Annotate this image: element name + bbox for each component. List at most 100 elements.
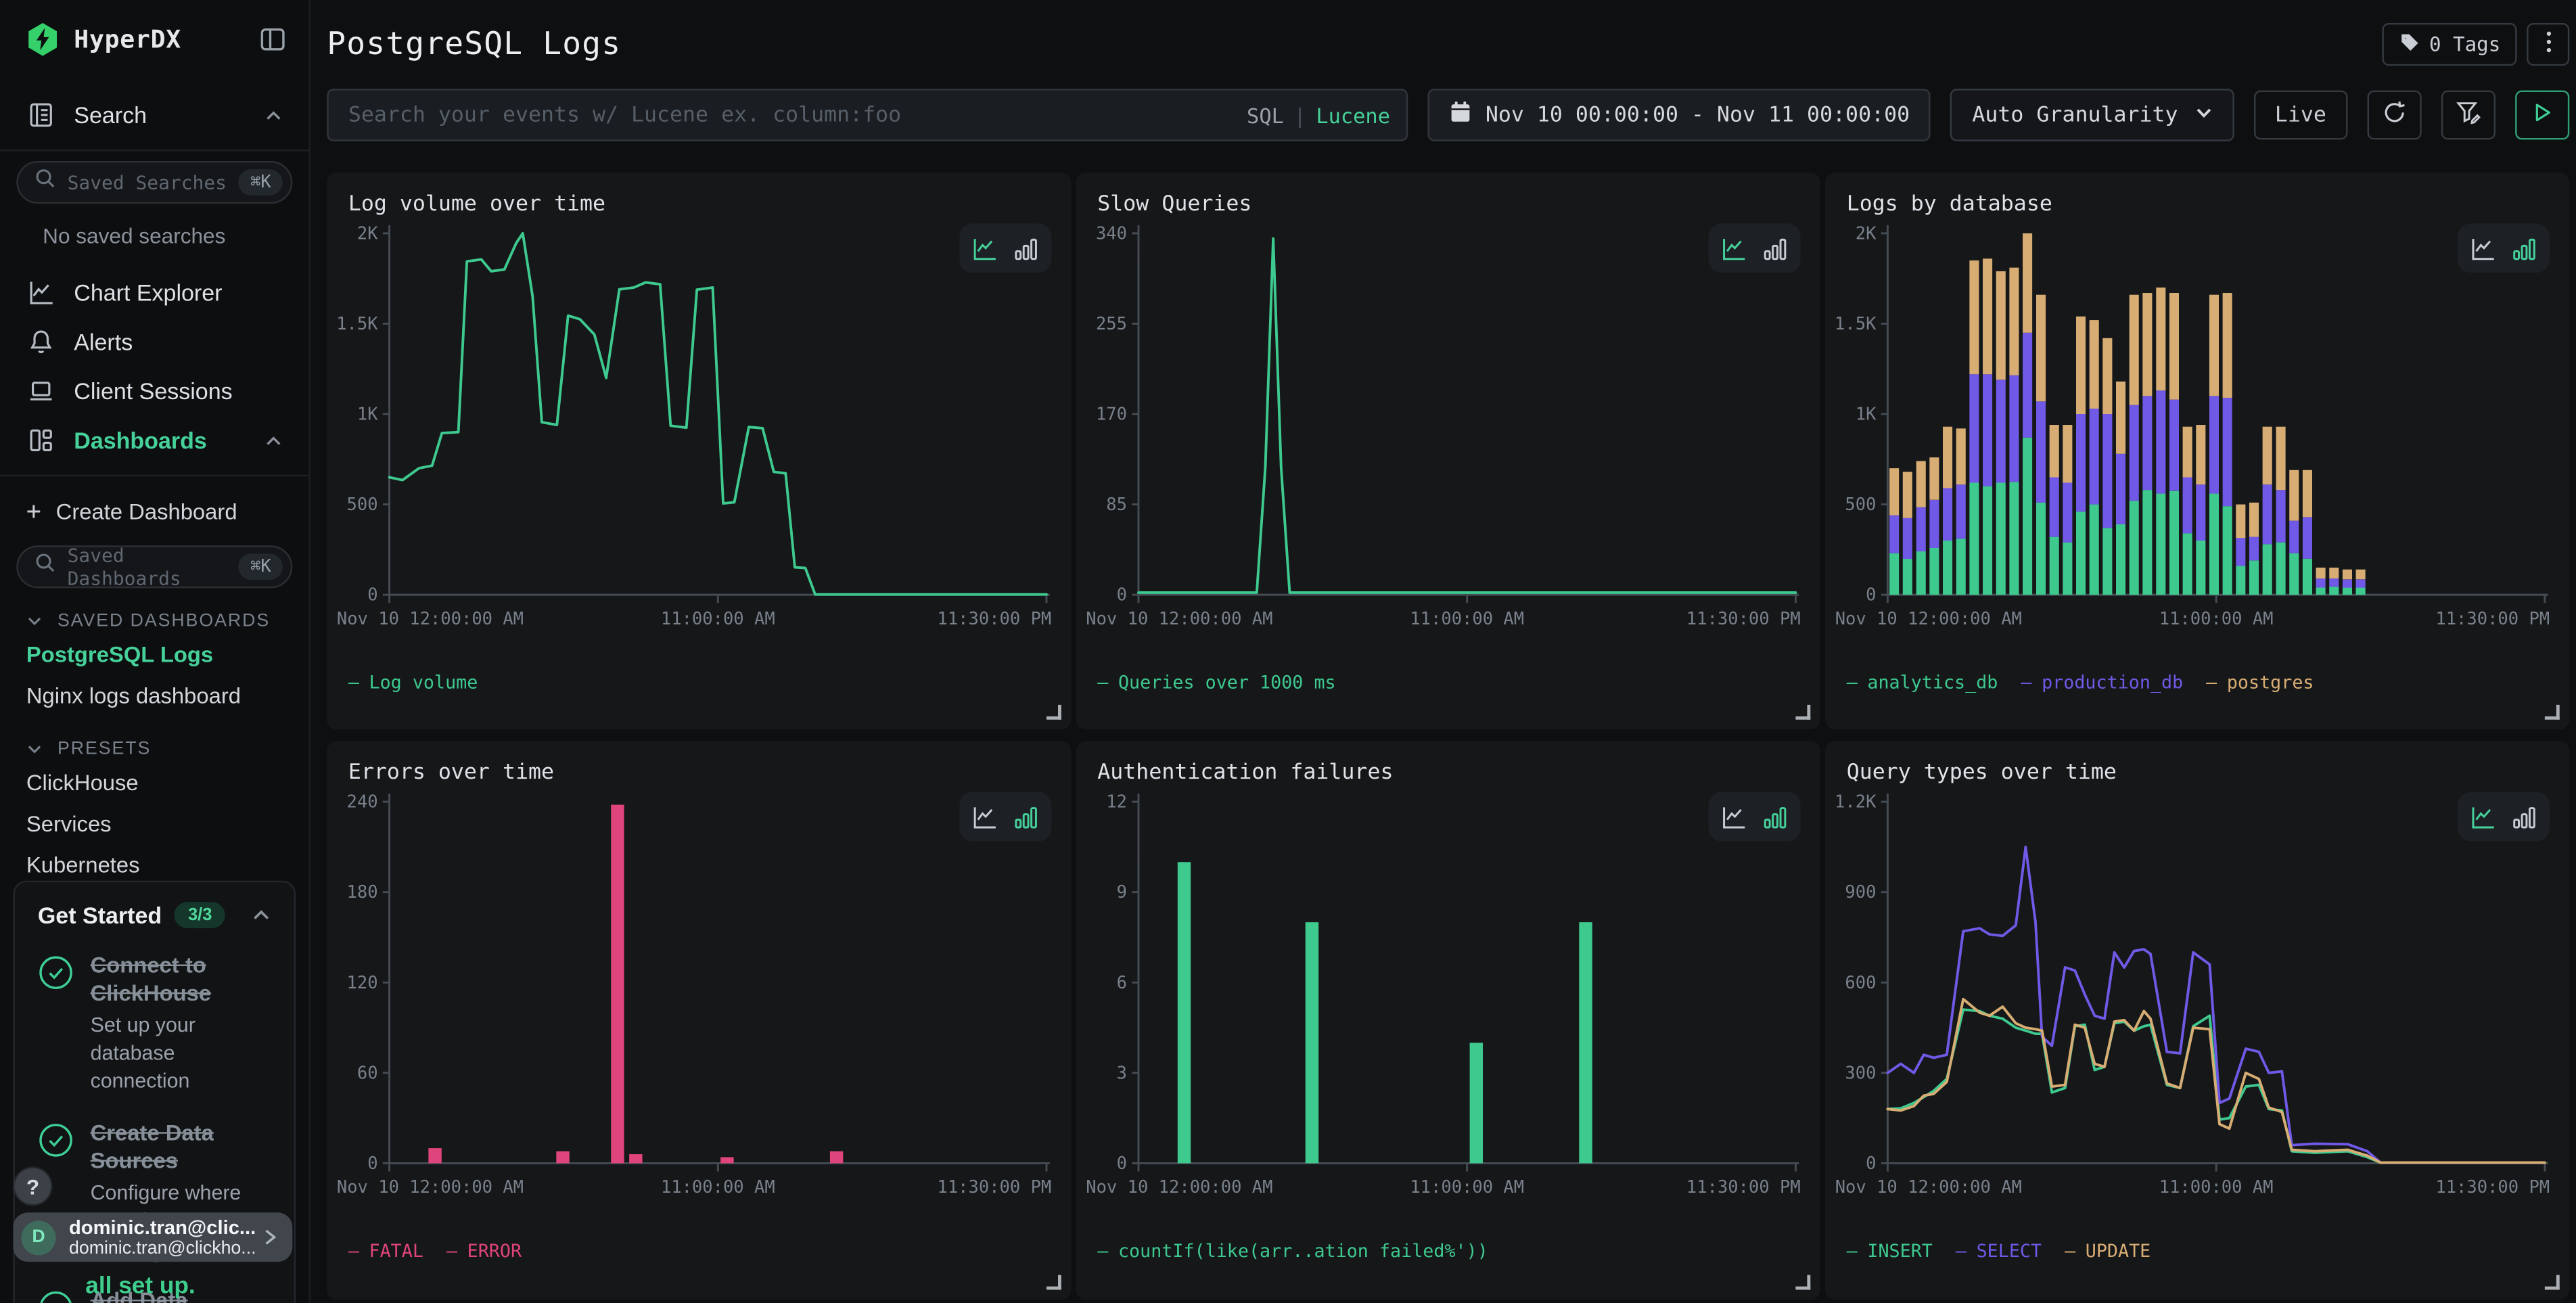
sidebar-item-kubernetes[interactable]: Kubernetes [0, 844, 309, 886]
collapse-sidebar-icon[interactable] [260, 26, 286, 53]
saved-dashboards-input[interactable]: Saved Dashboards ⌘K [16, 545, 292, 588]
svg-text:2K: 2K [357, 223, 378, 244]
chevron-right-icon [260, 1227, 279, 1247]
resize-handle[interactable] [1046, 1275, 1061, 1290]
legend-item[interactable]: —UPDATE [2065, 1241, 2150, 1262]
svg-text:11:30:00 PM: 11:30:00 PM [1686, 609, 1801, 629]
sidebar-item-client-sessions[interactable]: Client Sessions [0, 367, 309, 416]
resize-handle[interactable] [2545, 705, 2560, 720]
get-started-step-connect[interactable]: Connect to ClickHouse Set up your databa… [15, 938, 294, 1106]
chart-canvas[interactable]: 1.2K9006003000Nov 10 12:00:00 AM11:00:00… [1835, 789, 2570, 1237]
sidebar-item-alerts[interactable]: Alerts [0, 317, 309, 367]
sidebar-item-search[interactable]: Search [0, 91, 309, 140]
event-search-box[interactable]: SQL | Lucene [327, 89, 1408, 141]
legend-item[interactable]: —analytics_db [1847, 672, 1998, 693]
presets-section-header[interactable]: PRESETS [26, 739, 309, 759]
chart-legend: —analytics_db —production_db —postgres [1847, 672, 2570, 693]
sidebar-item-dashboards[interactable]: Dashboards [0, 415, 309, 465]
line-chart-toggle-icon[interactable] [2471, 804, 2496, 829]
svg-text:1.2K: 1.2K [1835, 792, 1877, 813]
line-chart-toggle-icon[interactable] [973, 235, 997, 260]
panel-slow-queries: Slow Queries 340255170850Nov 10 12:00:00… [1076, 173, 1820, 729]
help-button[interactable]: ? [15, 1168, 51, 1204]
svg-text:3: 3 [1117, 1063, 1127, 1083]
legend-item[interactable]: —production_db [2021, 672, 2183, 693]
resize-handle[interactable] [2545, 1275, 2560, 1290]
chart-legend: —countIf(like(arr..ation failed%')) [1097, 1241, 1820, 1262]
svg-text:500: 500 [1845, 495, 1876, 515]
check-circle-icon [38, 1289, 74, 1302]
shortcut-badge: ⌘K [239, 553, 283, 580]
legend-item[interactable]: —ERROR [446, 1241, 522, 1262]
sidebar-item-label: Chart Explorer [74, 279, 222, 306]
line-chart-toggle-icon[interactable] [973, 804, 997, 829]
svg-text:6: 6 [1117, 973, 1127, 993]
brand-name: HyperDX [74, 24, 181, 54]
run-query-button[interactable] [2515, 91, 2569, 140]
chart-canvas[interactable]: 129630Nov 10 12:00:00 AM11:00:00 AM11:30… [1086, 789, 1820, 1237]
create-dashboard-button[interactable]: + Create Dashboard [0, 486, 309, 536]
filter-edit-icon [2456, 99, 2481, 131]
legend-item[interactable]: —FATAL [348, 1241, 423, 1262]
chevron-up-icon[interactable] [252, 905, 271, 925]
search-menu-icon [26, 102, 56, 129]
date-range-picker[interactable]: Nov 10 00:00:00 - Nov 11 00:00:00 [1428, 89, 1931, 141]
bar-chart-toggle-icon[interactable] [1013, 235, 1038, 260]
line-chart-toggle-icon[interactable] [1722, 235, 1746, 260]
bar-chart-toggle-icon[interactable] [1763, 235, 1787, 260]
sql-mode-toggle[interactable]: SQL [1247, 103, 1284, 127]
chart-canvas[interactable]: 340255170850Nov 10 12:00:00 AM11:00:00 A… [1086, 220, 1820, 668]
sidebar-item-postgresql-logs[interactable]: PostgreSQL Logs [0, 634, 309, 675]
bar-chart-toggle-icon[interactable] [2512, 235, 2536, 260]
event-search-input[interactable] [345, 101, 1247, 129]
refresh-button[interactable] [2368, 91, 2422, 140]
legend-item[interactable]: —postgres [2206, 672, 2314, 693]
resize-handle[interactable] [1046, 705, 1061, 720]
chart-type-toggle [1709, 223, 1801, 273]
sidebar-item-chart-explorer[interactable]: Chart Explorer [0, 268, 309, 317]
bar-chart-toggle-icon[interactable] [1013, 804, 1038, 829]
divider [0, 150, 309, 151]
laptop-icon [26, 378, 56, 405]
resize-handle[interactable] [1795, 1275, 1810, 1290]
filter-button[interactable] [2441, 91, 2496, 140]
legend-item[interactable]: —INSERT [1847, 1241, 1933, 1262]
chart-type-toggle [959, 223, 1051, 273]
lucene-mode-toggle[interactable]: Lucene [1316, 103, 1390, 127]
svg-text:0: 0 [1866, 585, 1876, 605]
saved-dashboards-section-header[interactable]: SAVED DASHBOARDS [26, 611, 309, 631]
svg-text:11:30:00 PM: 11:30:00 PM [938, 609, 1052, 629]
user-name: dominic.tran@clic... [69, 1216, 256, 1238]
line-chart-toggle-icon[interactable] [1722, 804, 1746, 829]
legend-item[interactable]: —countIf(like(arr..ation failed%')) [1097, 1241, 1488, 1262]
saved-searches-input[interactable]: Saved Searches ⌘K [16, 161, 292, 204]
svg-text:11:30:00 PM: 11:30:00 PM [938, 1177, 1052, 1197]
legend-item[interactable]: —SELECT [1956, 1241, 2042, 1262]
tags-button[interactable]: 0 Tags [2382, 23, 2517, 66]
chart-legend: —INSERT —SELECT —UPDATE [1847, 1241, 2570, 1262]
bar-chart-toggle-icon[interactable] [2512, 804, 2536, 829]
legend-item[interactable]: —Log volume [348, 672, 478, 693]
chart-canvas[interactable]: 2K1.5K1K5000Nov 10 12:00:00 AM11:00:00 A… [337, 220, 1072, 668]
sidebar-item-clickhouse[interactable]: ClickHouse [0, 762, 309, 804]
live-button[interactable]: Live [2253, 91, 2347, 140]
resize-handle[interactable] [1795, 705, 1810, 720]
legend-item[interactable]: —Queries over 1000 ms [1097, 672, 1335, 693]
line-chart-toggle-icon[interactable] [2471, 235, 2496, 260]
chart-canvas[interactable]: 240180120600Nov 10 12:00:00 AM11:00:00 A… [337, 789, 1072, 1237]
user-account-chip[interactable]: D dominic.tran@clic... dominic.tran@clic… [13, 1212, 292, 1262]
bar-chart-toggle-icon[interactable] [1763, 804, 1787, 829]
search-icon [34, 168, 56, 198]
svg-text:0: 0 [1117, 585, 1127, 605]
sidebar-item-label: Search [74, 102, 147, 129]
kebab-menu-icon [2546, 31, 2550, 58]
svg-text:0: 0 [1866, 1153, 1876, 1174]
sidebar-item-services[interactable]: Services [0, 804, 309, 845]
sidebar-item-nginx-logs-dashboard[interactable]: Nginx logs dashboard [0, 675, 309, 716]
dashboard-grid: Log volume over time 2K1.5K1K5000Nov 10 … [327, 173, 2569, 1300]
more-menu-button[interactable] [2527, 23, 2569, 66]
granularity-select[interactable]: Auto Granularity [1951, 89, 2234, 141]
chart-canvas[interactable]: 2K1.5K1K5000Nov 10 12:00:00 AM11:00:00 A… [1835, 220, 2570, 668]
panel-query-types: Query types over time 1.2K9006003000Nov … [1825, 741, 2569, 1300]
refresh-icon [2382, 99, 2406, 131]
